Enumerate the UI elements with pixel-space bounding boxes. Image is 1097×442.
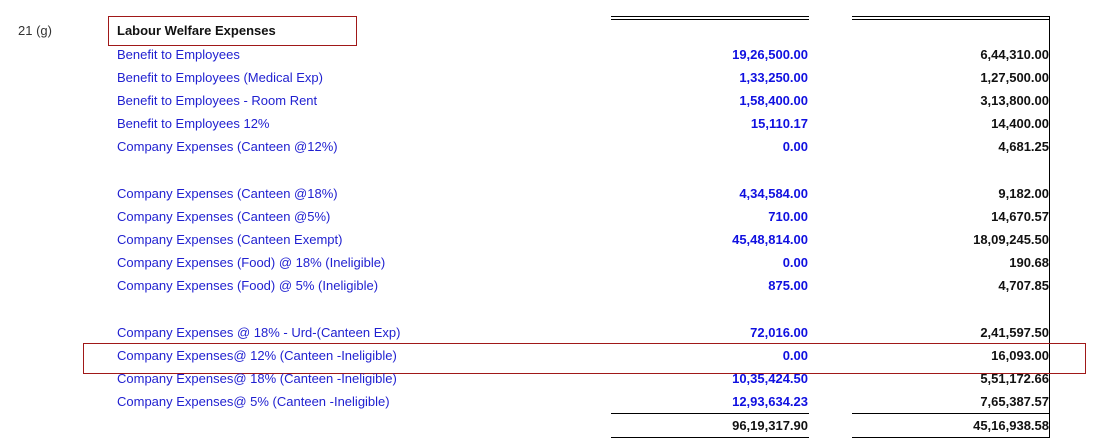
row-previous-amount: 7,65,387.57 [980, 394, 1049, 409]
row-previous-amount: 4,681.25 [998, 139, 1049, 154]
row-current-amount: 10,35,424.50 [732, 371, 808, 386]
row-current-amount: 1,58,400.00 [739, 93, 808, 108]
note-reference: 21 (g) [18, 23, 52, 38]
row-current-amount: 15,110.17 [750, 116, 808, 131]
section-heading: Labour Welfare Expenses [117, 23, 276, 38]
row-label: Benefit to Employees [117, 47, 240, 62]
previous-year-header-rule [852, 16, 1049, 20]
row-previous-amount: 14,400.00 [991, 116, 1049, 131]
current-year-header-rule [611, 16, 809, 20]
row-current-amount: 12,93,634.23 [732, 394, 808, 409]
row-previous-amount: 6,44,310.00 [980, 47, 1049, 62]
row-current-amount: 0.00 [782, 139, 808, 154]
row-current-amount: 710.00 [768, 209, 808, 224]
row-label: Company Expenses (Canteen Exempt) [117, 232, 343, 247]
row-label: Company Expenses@ 12% (Canteen -Ineligib… [117, 348, 397, 363]
row-current-amount: 0.00 [782, 255, 808, 270]
previous-year-total-rule-bottom [852, 437, 1049, 438]
row-current-amount: 4,34,584.00 [739, 186, 808, 201]
row-previous-amount: 4,707.85 [998, 278, 1049, 293]
row-previous-amount: 3,13,800.00 [980, 93, 1049, 108]
row-label: Company Expenses (Food) @ 18% (Ineligibl… [117, 255, 386, 270]
row-current-amount: 1,33,250.00 [739, 70, 808, 85]
row-label: Company Expenses (Food) @ 5% (Ineligible… [117, 278, 379, 293]
row-previous-amount: 1,27,500.00 [980, 70, 1049, 85]
row-label: Company Expenses@ 18% (Canteen -Ineligib… [117, 371, 397, 386]
row-previous-amount: 2,41,597.50 [980, 325, 1049, 340]
row-previous-amount: 5,51,172.66 [980, 371, 1049, 386]
current-year-total-rule-top [611, 413, 809, 414]
row-current-amount: 45,48,814.00 [732, 232, 808, 247]
table-right-border [1049, 16, 1050, 438]
row-current-amount: 19,26,500.00 [732, 47, 808, 62]
row-label: Benefit to Employees 12% [117, 116, 270, 131]
row-label: Company Expenses (Canteen @5%) [117, 209, 331, 224]
row-label: Company Expenses (Canteen @12%) [117, 139, 338, 154]
row-previous-amount: 9,182.00 [998, 186, 1049, 201]
row-label: Benefit to Employees - Room Rent [117, 93, 318, 108]
previous-year-total: 45,16,938.58 [973, 418, 1049, 433]
row-previous-amount: 18,09,245.50 [973, 232, 1049, 247]
row-label: Benefit to Employees (Medical Exp) [117, 70, 323, 85]
current-year-total-rule-bottom [611, 437, 809, 438]
current-year-total: 96,19,317.90 [732, 418, 808, 433]
row-current-amount: 0.00 [782, 348, 808, 363]
row-label: Company Expenses (Canteen @18%) [117, 186, 338, 201]
row-previous-amount: 190.68 [1009, 255, 1049, 270]
row-label: Company Expenses@ 5% (Canteen -Ineligibl… [117, 394, 390, 409]
row-label: Company Expenses @ 18% - Urd-(Canteen Ex… [117, 325, 401, 340]
previous-year-total-rule-top [852, 413, 1049, 414]
row-current-amount: 875.00 [768, 278, 808, 293]
row-previous-amount: 16,093.00 [991, 348, 1049, 363]
row-previous-amount: 14,670.57 [991, 209, 1049, 224]
row-current-amount: 72,016.00 [750, 325, 808, 340]
